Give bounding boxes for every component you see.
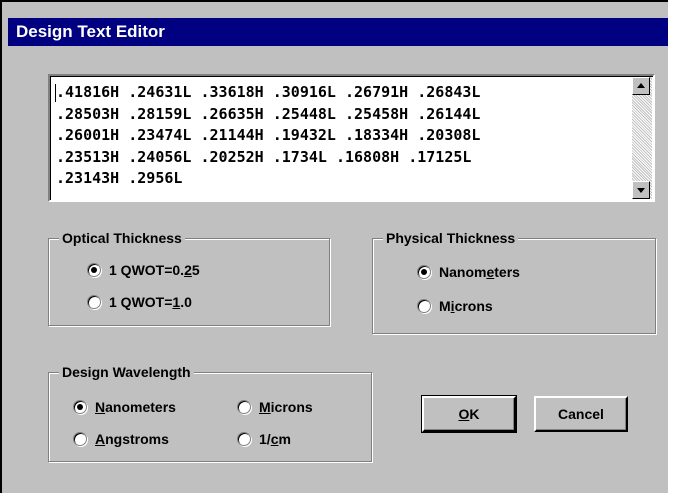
radio-unselected-icon (237, 432, 251, 446)
wavelength-per-cm-radio[interactable]: 1/cm (237, 429, 291, 449)
design-wavelength-label: Design Wavelength (59, 363, 194, 381)
text-line: .28503H .28159L .26635H .25448L .25458H … (56, 104, 481, 123)
optical-thickness-group: Optical Thickness 1 QWOT=0.25 1 QWOT=1.0 (48, 229, 330, 326)
vertical-scrollbar[interactable] (632, 77, 652, 199)
text-line: .26001H .23474L .21144H .19432L .18334H … (56, 126, 481, 145)
title-bar: Design Text Editor (8, 18, 673, 46)
wavelength-per-cm-label: 1/cm (259, 431, 291, 447)
wavelength-nanometers-radio[interactable]: Nanometers (73, 397, 176, 417)
text-line: .23143H .2956L (56, 169, 183, 188)
wavelength-nanometers-label: Nanometers (95, 399, 176, 415)
radio-unselected-icon (417, 299, 431, 313)
radio-selected-icon (73, 400, 87, 414)
physical-nanometers-radio[interactable]: Nanometers (417, 262, 520, 282)
qwot-10-label: 1 QWOT=1.0 (109, 294, 192, 310)
design-text-editor-dialog: Design Text Editor .41816H .24631L .3361… (0, 0, 673, 493)
text-line: .41816H .24631L .33618H .30916L .26791H … (56, 83, 481, 101)
wavelength-microns-label: Microns (259, 399, 313, 415)
physical-thickness-group: Physical Thickness Nanometers Microns (372, 229, 656, 334)
design-text-area[interactable]: .41816H .24631L .33618H .30916L .26791H … (48, 74, 655, 202)
qwot-10-radio[interactable]: 1 QWOT=1.0 (87, 292, 192, 312)
ok-button[interactable]: OK (421, 395, 517, 433)
radio-unselected-icon (87, 295, 101, 309)
physical-thickness-label: Physical Thickness (383, 229, 519, 247)
design-wavelength-group: Design Wavelength Nanometers Microns Ang… (48, 363, 372, 462)
radio-selected-icon (87, 263, 101, 277)
window-edge (668, 0, 673, 493)
wavelength-angstroms-label: Angstroms (95, 431, 169, 447)
scroll-up-arrow-icon[interactable] (632, 77, 650, 95)
ok-button-label: OK (458, 406, 480, 422)
physical-microns-label: Microns (439, 298, 493, 314)
qwot-025-radio[interactable]: 1 QWOT=0.25 (87, 260, 200, 280)
design-text-content[interactable]: .41816H .24631L .33618H .30916L .26791H … (56, 82, 626, 190)
radio-selected-icon (417, 265, 431, 279)
cancel-button-label: Cancel (558, 406, 604, 422)
radio-unselected-icon (73, 432, 87, 446)
wavelength-microns-radio[interactable]: Microns (237, 397, 313, 417)
scroll-down-arrow-icon[interactable] (632, 181, 650, 199)
text-line: .23513H .24056L .20252H .1734L .16808H .… (56, 147, 472, 166)
radio-unselected-icon (237, 400, 251, 414)
window-title: Design Text Editor (16, 22, 165, 41)
physical-microns-radio[interactable]: Microns (417, 296, 493, 316)
cancel-button[interactable]: Cancel (534, 396, 628, 432)
physical-nanometers-label: Nanometers (439, 264, 520, 280)
optical-thickness-label: Optical Thickness (59, 229, 185, 247)
wavelength-angstroms-radio[interactable]: Angstroms (73, 429, 169, 449)
qwot-025-label: 1 QWOT=0.25 (109, 262, 200, 278)
